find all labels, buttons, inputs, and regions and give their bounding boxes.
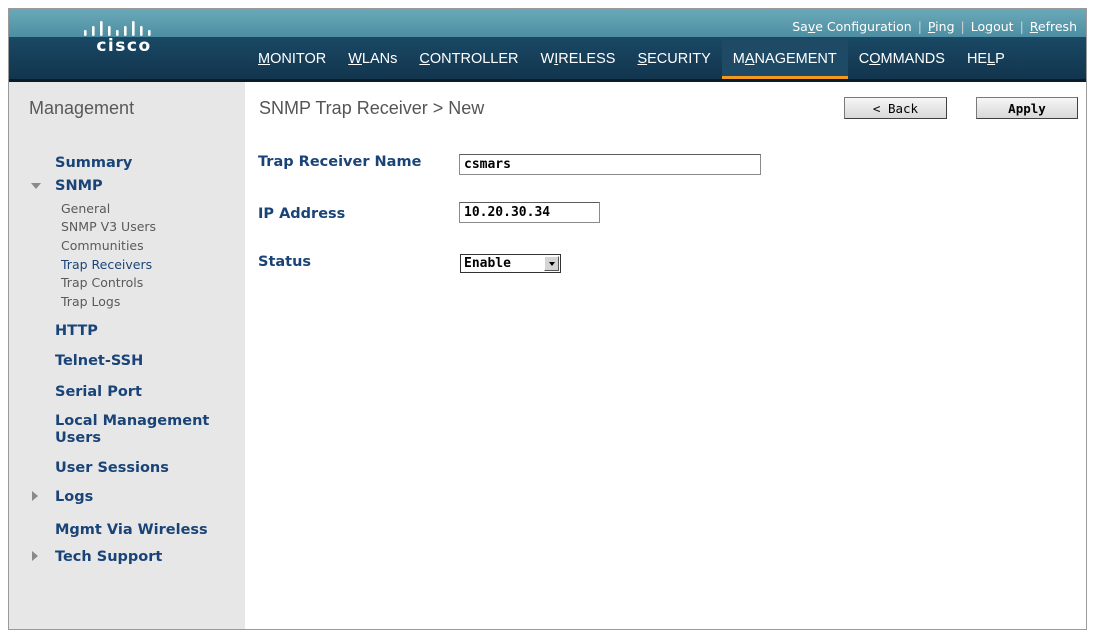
collapsed-arrow-icon[interactable]	[32, 491, 38, 501]
content-area: SNMP Trap Receiver > New < Back Apply Tr…	[245, 82, 1086, 629]
back-button[interactable]: < Back	[844, 97, 947, 119]
top-link-refresh[interactable]: Refresh	[1030, 19, 1077, 34]
sidebar-item-serial-port[interactable]: Serial Port	[55, 384, 142, 401]
main-nav: MONITOR WLANs CONTROLLER WIRELESS SECURITY MA…	[247, 39, 1016, 79]
nav-tab-controller[interactable]: CONTROLLER	[408, 39, 529, 79]
sidebar-item-user-sessions[interactable]: User Sessions	[55, 460, 169, 477]
nav-tab-security[interactable]: SECURITY	[626, 39, 721, 79]
utility-links: Save Configuration | Ping | Logout | Refresh	[792, 17, 1077, 35]
cisco-logo-text: cisco	[96, 36, 152, 56]
sidebar-subitem-general[interactable]: General	[61, 201, 110, 216]
ip-address-label: IP Address	[258, 206, 346, 222]
sidebar: Management Summary SNMP General SNMP V3 …	[9, 82, 245, 629]
apply-button[interactable]: Apply	[976, 97, 1078, 119]
sidebar-item-summary[interactable]: Summary	[55, 155, 132, 172]
cisco-logo: cisco	[69, 16, 179, 72]
status-select-value: Enable	[464, 256, 511, 271]
nav-tab-monitor[interactable]: MONITOR	[247, 39, 337, 79]
nav-tab-wireless[interactable]: WIRELESS	[530, 39, 627, 79]
trap-receiver-name-input[interactable]	[459, 154, 761, 175]
app-window: cisco Save Configuration | Ping | Logout | Ref…	[8, 8, 1087, 630]
nav-tab-wlans[interactable]: WLANs	[337, 39, 408, 79]
sidebar-item-label: Users	[55, 430, 102, 446]
status-select[interactable]: Enable	[460, 254, 561, 273]
sidebar-item-tech-support[interactable]: Tech Support	[55, 549, 162, 566]
sidebar-item-telnet-ssh[interactable]: Telnet-SSH	[55, 353, 143, 370]
sidebar-item-http[interactable]: HTTP	[55, 323, 98, 340]
sidebar-subitem-snmp-v3-users[interactable]: SNMP V3 Users	[61, 219, 156, 234]
nav-tab-management[interactable]: MANAGEMENT	[721, 39, 848, 79]
sidebar-item-mgmt-via-wireless[interactable]: Mgmt Via Wireless	[55, 522, 208, 539]
expanded-arrow-icon[interactable]	[31, 183, 41, 189]
link-separator: |	[917, 18, 922, 34]
sidebar-item-snmp[interactable]: SNMP	[55, 178, 103, 195]
top-link-logout[interactable]: Logout	[971, 19, 1014, 34]
dropdown-arrow-icon[interactable]	[544, 256, 559, 271]
sidebar-item-logs[interactable]: Logs	[55, 489, 93, 506]
ip-address-input[interactable]	[459, 202, 600, 223]
top-link-save-configuration[interactable]: Save Configuration	[792, 19, 911, 34]
page-title: SNMP Trap Receiver > New	[259, 98, 485, 118]
nav-tab-commands[interactable]: COMMANDS	[848, 39, 956, 79]
status-label: Status	[258, 254, 312, 270]
link-separator: |	[1019, 18, 1024, 34]
header-bar: cisco Save Configuration | Ping | Logout | Ref…	[9, 9, 1086, 82]
collapsed-arrow-icon[interactable]	[32, 551, 38, 561]
nav-tab-help[interactable]: HELP	[956, 39, 1016, 79]
sidebar-subitem-trap-logs[interactable]: Trap Logs	[61, 294, 120, 309]
trap-receiver-name-label: Trap Receiver Name	[258, 154, 422, 170]
sidebar-title: Management	[29, 98, 135, 118]
top-link-ping[interactable]: Ping	[928, 19, 955, 34]
sidebar-item-local-management-users[interactable]: Local Management Users	[55, 413, 209, 447]
sidebar-subitem-communities[interactable]: Communities	[61, 238, 144, 253]
sidebar-subitem-trap-receivers[interactable]: Trap Receivers	[61, 257, 152, 272]
link-separator: |	[960, 18, 965, 34]
sidebar-item-label: Local Management	[55, 413, 210, 429]
sidebar-subitem-trap-controls[interactable]: Trap Controls	[61, 275, 143, 290]
